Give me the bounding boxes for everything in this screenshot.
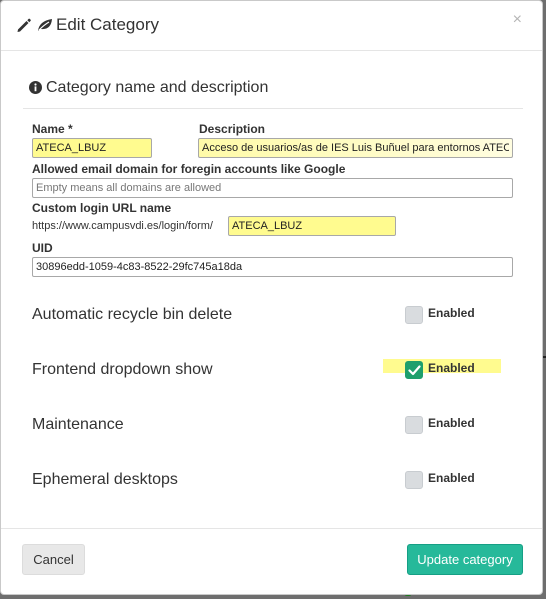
modal-title: Edit Category	[56, 15, 159, 34]
recycle-bin-enabled-label: Enabled	[428, 306, 475, 320]
uid-input[interactable]	[32, 257, 513, 277]
custom-url-prefix: https://www.campusvdi.es/login/form/	[32, 220, 213, 232]
name-label: Name *	[32, 122, 73, 136]
maintenance-enabled-label: Enabled	[428, 416, 475, 430]
option-label-frontend-dropdown: Frontend dropdown show	[32, 361, 213, 378]
modal-header: Edit Category ×	[1, 1, 542, 51]
edit-category-modal: Edit Category × Category name and descri…	[0, 0, 543, 595]
section-title: Category name and description	[46, 79, 269, 96]
frontend-dropdown-enabled-label: Enabled	[428, 361, 475, 375]
ephemeral-desktops-checkbox[interactable]	[405, 471, 423, 489]
section-header: Category name and description	[23, 75, 523, 109]
modal-footer: Cancel Update category	[1, 528, 542, 594]
recycle-bin-checkbox[interactable]	[405, 306, 423, 324]
check-icon	[408, 365, 421, 376]
uid-label: UID	[32, 241, 53, 255]
email-domain-label: Allowed email domain for foregin account…	[32, 162, 346, 176]
pencil-icon	[17, 18, 31, 32]
ephemeral-desktops-enabled-label: Enabled	[428, 471, 475, 485]
description-label: Description	[199, 122, 266, 136]
close-icon[interactable]: ×	[513, 11, 522, 29]
custom-url-input[interactable]	[228, 216, 396, 236]
frontend-dropdown-checkbox[interactable]	[405, 361, 423, 379]
info-icon	[29, 81, 42, 94]
option-label-ephemeral-desktops: Ephemeral desktops	[32, 471, 178, 488]
cancel-button[interactable]: Cancel	[22, 544, 85, 575]
custom-url-label: Custom login URL name	[32, 201, 172, 215]
name-input[interactable]	[32, 138, 152, 158]
maintenance-checkbox[interactable]	[405, 416, 423, 434]
description-input[interactable]	[198, 138, 513, 158]
email-domain-input[interactable]	[32, 178, 513, 198]
update-category-button[interactable]: Update category	[407, 544, 523, 575]
leaf-icon	[38, 19, 52, 31]
header-icons	[16, 17, 54, 33]
option-label-maintenance: Maintenance	[32, 416, 124, 433]
option-label-recycle-bin: Automatic recycle bin delete	[32, 306, 233, 323]
